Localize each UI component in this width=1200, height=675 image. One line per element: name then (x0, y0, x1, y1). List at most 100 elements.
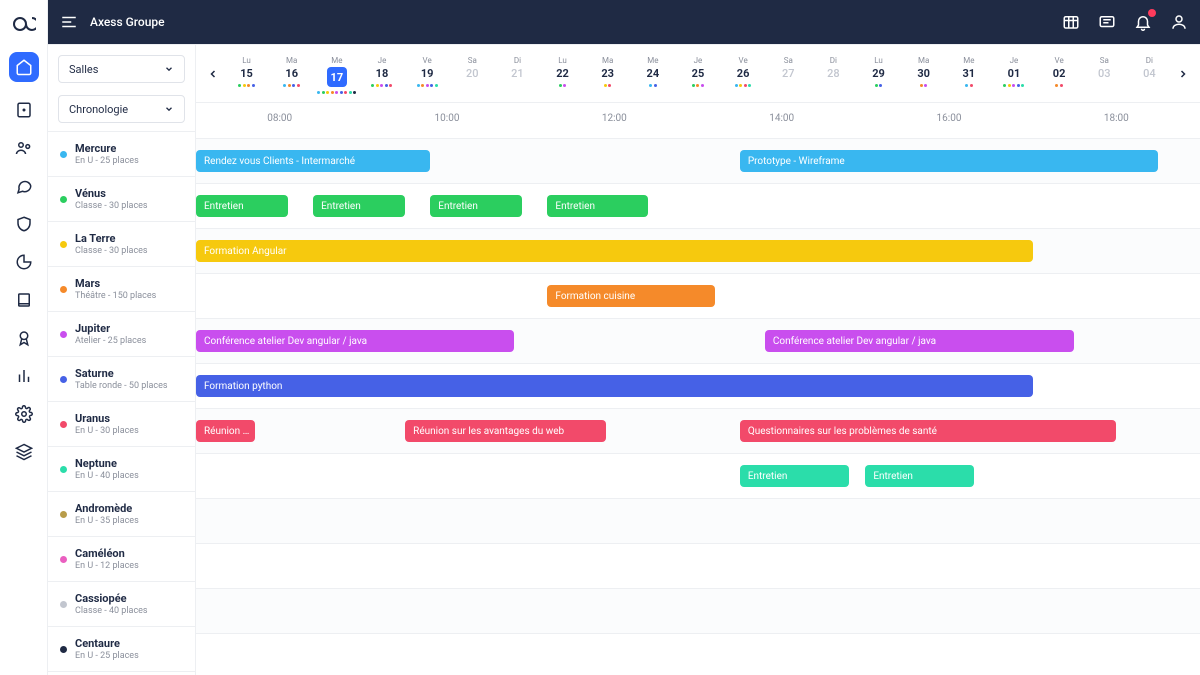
day-cell[interactable]: Ma 30 (901, 50, 946, 97)
day-dots (559, 84, 567, 90)
day-cell[interactable]: Lu 15 (224, 50, 269, 97)
room-row[interactable]: La Terre Classe - 30 places (48, 222, 195, 267)
room-row[interactable]: Mars Théâtre - 150 places (48, 267, 195, 312)
next-week-button[interactable] (1172, 68, 1194, 80)
event[interactable]: Entretien (547, 195, 647, 217)
nav-chat-icon[interactable] (14, 176, 34, 196)
notifications-icon[interactable] (1134, 13, 1152, 31)
nav-stats-icon[interactable] (14, 366, 34, 386)
room-row[interactable]: Mercure En U - 25 places (48, 132, 195, 177)
day-dots (371, 84, 392, 90)
room-row[interactable]: Neptune En U - 40 places (48, 447, 195, 492)
day-cell[interactable]: Je 25 (675, 50, 720, 97)
day-number: 29 (872, 67, 885, 80)
day-cell[interactable]: Me 17 (314, 50, 359, 97)
day-number: 27 (782, 67, 795, 80)
event[interactable]: Conférence atelier Dev angular / java (196, 330, 514, 352)
day-cell[interactable]: Lu 29 (856, 50, 901, 97)
day-cell[interactable]: Me 31 (946, 50, 991, 97)
room-color-dot (60, 511, 67, 518)
nav-shield-icon[interactable] (14, 214, 34, 234)
event[interactable]: Entretien (865, 465, 974, 487)
timeline-row[interactable]: Rendez vous Clients - Intermarché Prototy… (196, 139, 1200, 184)
day-cell[interactable]: Di 21 (495, 50, 540, 97)
event[interactable]: Conférence atelier Dev angular / java (765, 330, 1075, 352)
day-cell[interactable]: Di 28 (811, 50, 856, 97)
prev-week-button[interactable] (202, 68, 224, 80)
menu-toggle-icon[interactable] (60, 13, 78, 31)
event[interactable]: Entretien (313, 195, 405, 217)
timeline-row[interactable]: Entretien Entretien Entretien Entretien (196, 184, 1200, 229)
rooms-select[interactable]: Salles (58, 55, 185, 83)
event[interactable]: Entretien (740, 465, 849, 487)
day-cell[interactable]: Me 24 (630, 50, 675, 97)
day-cell[interactable]: Di 04 (1127, 50, 1172, 97)
day-cell[interactable]: Je 01 (991, 50, 1036, 97)
calendar-view-icon[interactable] (1062, 13, 1080, 31)
room-row[interactable]: Jupiter Atelier - 25 places (48, 312, 195, 357)
nav-analytics-icon[interactable] (14, 252, 34, 272)
event[interactable]: Entretien (196, 195, 288, 217)
nav-rooms-icon[interactable] (14, 100, 34, 120)
nav-home-icon[interactable] (9, 52, 39, 82)
day-cell[interactable]: Sa 03 (1082, 50, 1127, 97)
days-row: Lu 15 Ma 16 Me 17 Je 18 Ve 19 Sa 20 Di 2… (224, 50, 1172, 97)
event[interactable]: Réunion … (196, 420, 255, 442)
day-number: 25 (692, 67, 705, 80)
day-cell[interactable]: Ma 16 (269, 50, 314, 97)
timeline-row[interactable]: Formation python (196, 364, 1200, 409)
timeline-row[interactable]: Conférence atelier Dev angular / java Con… (196, 319, 1200, 364)
day-cell[interactable]: Ve 02 (1037, 50, 1082, 97)
day-cell[interactable]: Ve 26 (721, 50, 766, 97)
nav-settings-icon[interactable] (14, 404, 34, 424)
day-number: 28 (827, 67, 840, 80)
room-name: Vénus (75, 187, 148, 200)
nav-book-icon[interactable] (14, 290, 34, 310)
timeline-row[interactable] (196, 634, 1200, 675)
day-number: 26 (737, 67, 750, 80)
messages-icon[interactable] (1098, 13, 1116, 31)
day-of-week: Je (378, 56, 387, 65)
nav-layers-icon[interactable] (14, 442, 34, 462)
room-color-dot (60, 241, 67, 248)
timeline-row[interactable] (196, 589, 1200, 634)
rooms-select-label: Salles (69, 63, 98, 76)
view-select[interactable]: Chronologie (58, 95, 185, 123)
day-dots (1055, 84, 1063, 90)
timeline-row[interactable]: Entretien Entretien (196, 454, 1200, 499)
room-row[interactable]: Centaure En U - 25 places (48, 627, 195, 672)
event[interactable]: Formation python (196, 375, 1033, 397)
timeline-row[interactable]: Formation Angular (196, 229, 1200, 274)
topbar: Axess Groupe (48, 0, 1200, 44)
day-cell[interactable]: Ma 23 (585, 50, 630, 97)
event[interactable]: Rendez vous Clients - Intermarché (196, 150, 430, 172)
room-row[interactable]: Saturne Table ronde - 50 places (48, 357, 195, 402)
room-row[interactable]: Cassiopée Classe - 40 places (48, 582, 195, 627)
room-row[interactable]: Andromède En U - 35 places (48, 492, 195, 537)
day-of-week: Di (514, 56, 521, 65)
event[interactable]: Prototype - Wireframe (740, 150, 1158, 172)
day-of-week: Sa (784, 56, 793, 65)
timeline-row[interactable]: Réunion … Réunion sur les avantages du we… (196, 409, 1200, 454)
event[interactable]: Questionnaires sur les problèmes de sant… (740, 420, 1117, 442)
event[interactable]: Formation Angular (196, 240, 1033, 262)
day-cell[interactable]: Sa 27 (766, 50, 811, 97)
timeline-row[interactable]: Formation cuisine (196, 274, 1200, 319)
room-color-dot (60, 151, 67, 158)
event[interactable]: Formation cuisine (547, 285, 714, 307)
nav-award-icon[interactable] (14, 328, 34, 348)
room-row[interactable]: Vénus Classe - 30 places (48, 177, 195, 222)
day-cell[interactable]: Ve 19 (405, 50, 450, 97)
room-name: Saturne (75, 367, 168, 380)
day-cell[interactable]: Sa 20 (450, 50, 495, 97)
day-cell[interactable]: Lu 22 (540, 50, 585, 97)
event[interactable]: Réunion sur les avantages du web (405, 420, 606, 442)
profile-icon[interactable] (1170, 13, 1188, 31)
nav-users-icon[interactable] (14, 138, 34, 158)
day-cell[interactable]: Je 18 (359, 50, 404, 97)
room-row[interactable]: Caméléon En U - 12 places (48, 537, 195, 582)
timeline-row[interactable] (196, 544, 1200, 589)
room-row[interactable]: Uranus En U - 30 places (48, 402, 195, 447)
timeline-row[interactable] (196, 499, 1200, 544)
event[interactable]: Entretien (430, 195, 522, 217)
